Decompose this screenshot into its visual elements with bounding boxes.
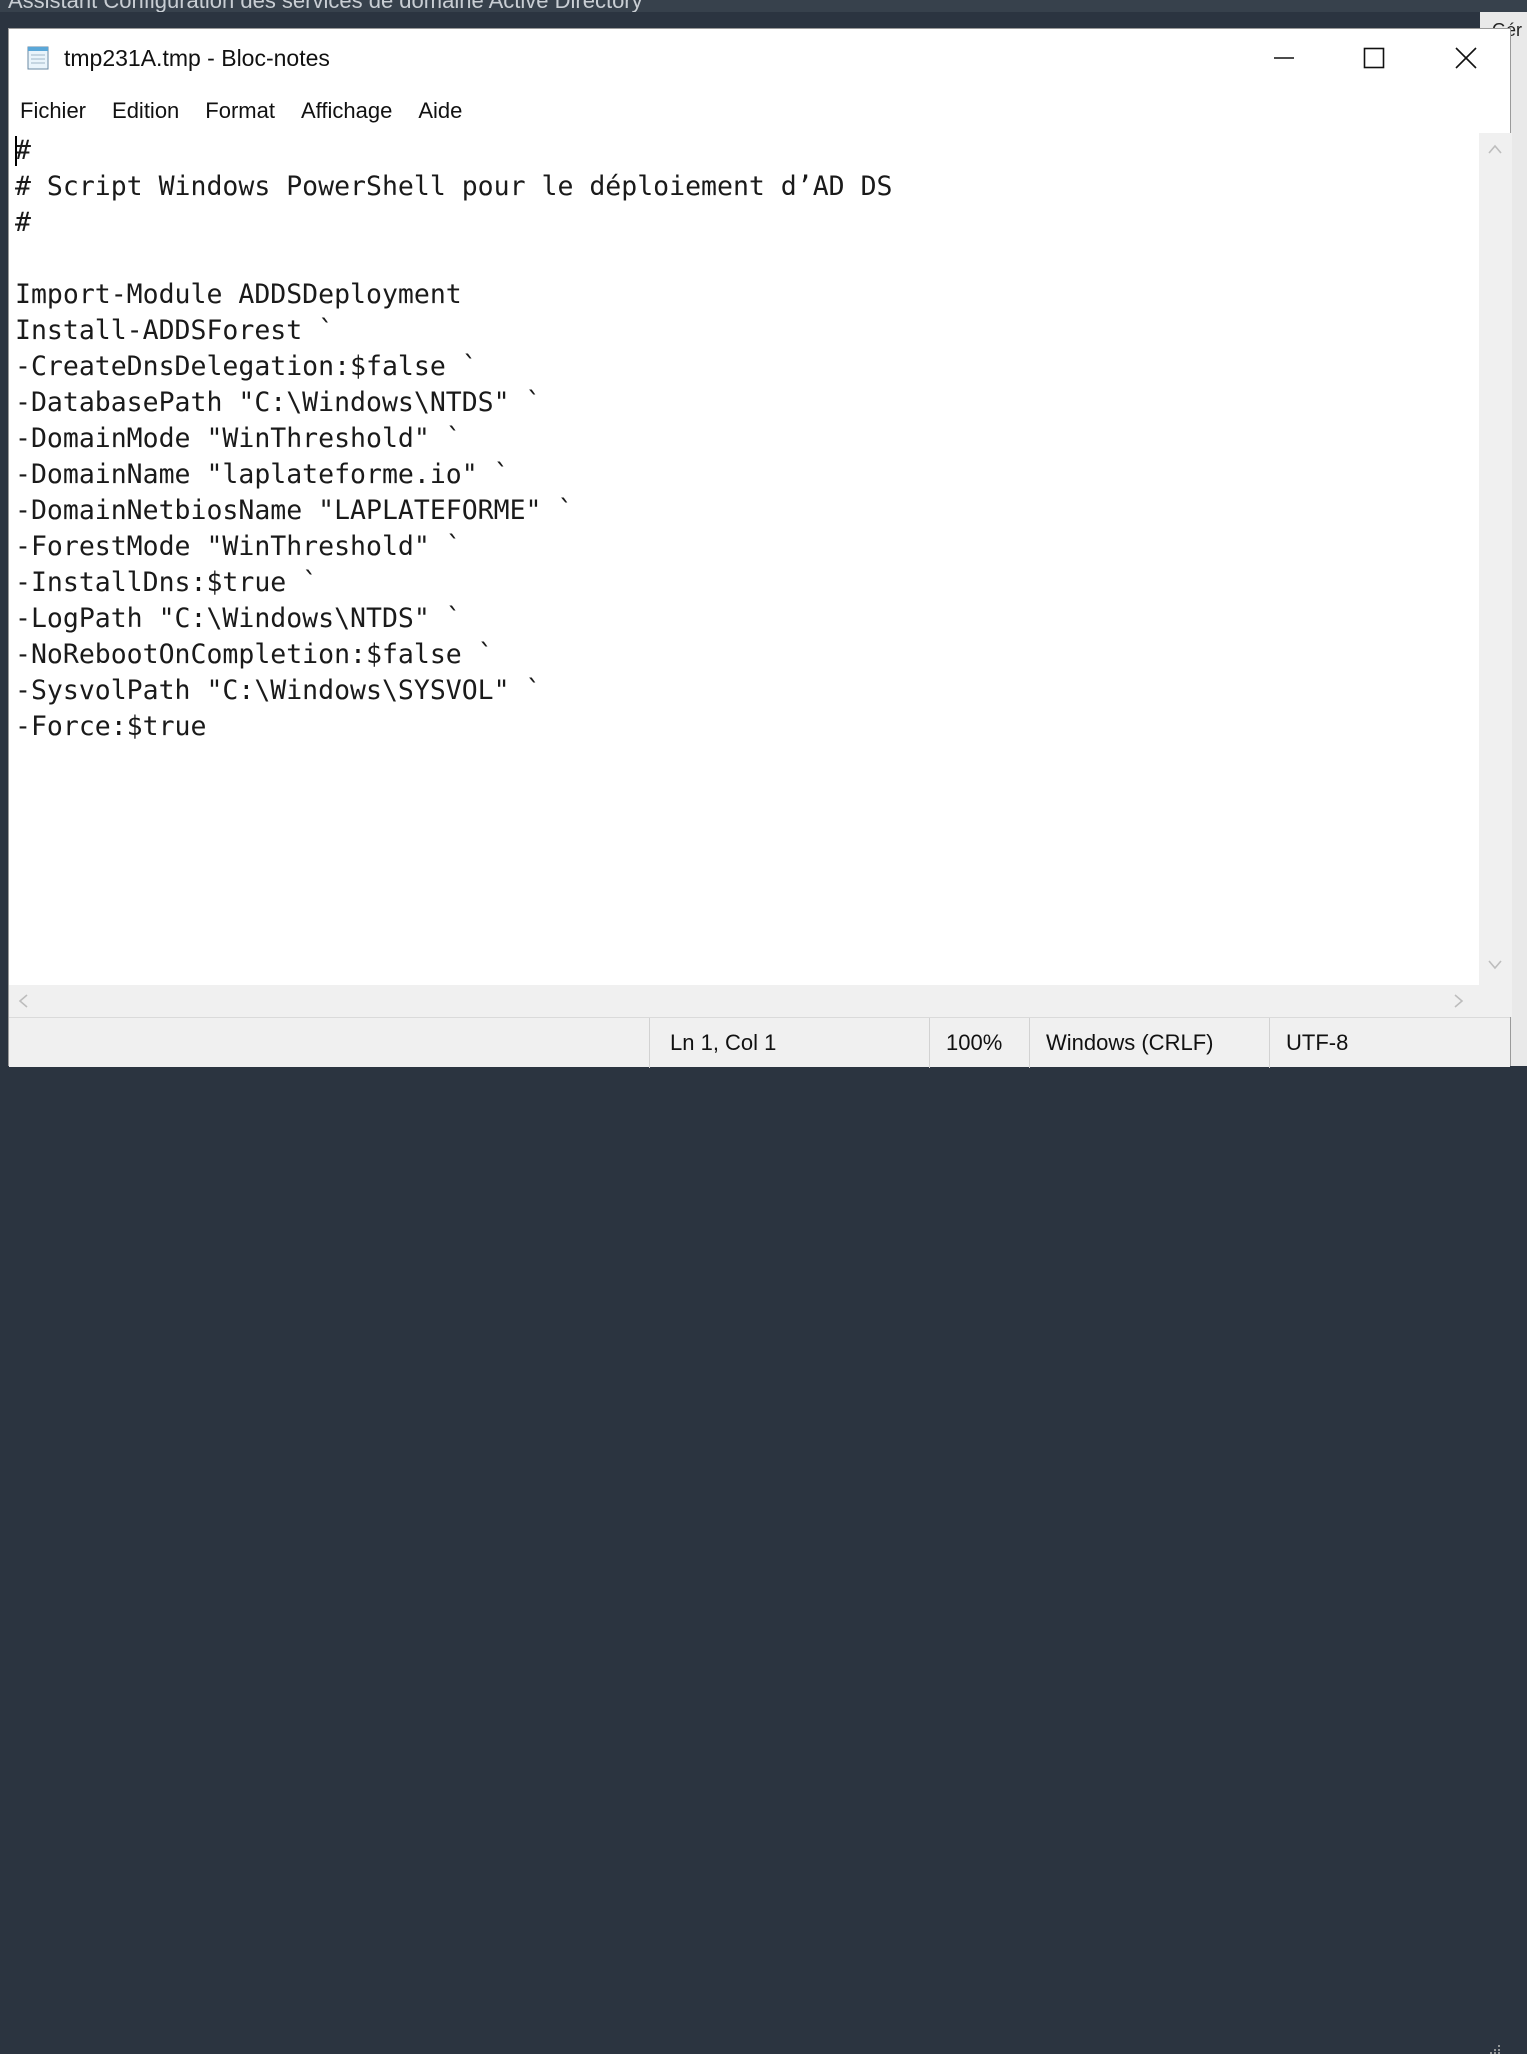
- menu-aide[interactable]: Aide: [405, 98, 475, 124]
- background-window-titlebar: Assistant Configuration des services de …: [0, 0, 1527, 12]
- minimize-icon: [1274, 57, 1294, 59]
- window-title: tmp231A.tmp - Bloc-notes: [64, 45, 330, 71]
- background-window-title: Assistant Configuration des services de …: [8, 0, 643, 12]
- menu-bar: Fichier Edition Format Affichage Aide: [9, 91, 1510, 131]
- scroll-up-icon[interactable]: [1487, 143, 1503, 155]
- scroll-right-icon[interactable]: [1453, 993, 1465, 1009]
- resize-grip-icon[interactable]: [1487, 2044, 1501, 2054]
- notepad-window: tmp231A.tmp - Bloc-notes Fichier Edition…: [8, 28, 1512, 2054]
- menu-affichage[interactable]: Affichage: [288, 98, 405, 124]
- scroll-down-icon[interactable]: [1487, 959, 1503, 971]
- scroll-left-icon[interactable]: [17, 993, 29, 1009]
- status-line-ending: Windows (CRLF): [1029, 1018, 1269, 1068]
- title-bar[interactable]: tmp231A.tmp - Bloc-notes: [9, 29, 1510, 89]
- menu-format[interactable]: Format: [192, 98, 288, 124]
- minimize-button[interactable]: [1239, 29, 1329, 87]
- notepad-icon: [27, 46, 49, 70]
- editor-text[interactable]: # # Script Windows PowerShell pour le dé…: [9, 133, 893, 745]
- menu-edition[interactable]: Edition: [99, 98, 192, 124]
- status-zoom: 100%: [929, 1018, 1029, 1068]
- editor-content: # # Script Windows PowerShell pour le dé…: [9, 133, 893, 745]
- status-bar: Ln 1, Col 1 100% Windows (CRLF) UTF-8: [9, 1017, 1510, 2054]
- vertical-scrollbar[interactable]: [1479, 133, 1512, 985]
- close-icon: [1455, 47, 1477, 69]
- status-encoding: UTF-8: [1269, 1018, 1479, 1068]
- text-caret: [15, 136, 17, 166]
- close-button[interactable]: [1421, 29, 1511, 87]
- text-editor[interactable]: # # Script Windows PowerShell pour le dé…: [9, 133, 1479, 985]
- maximize-button[interactable]: [1329, 29, 1419, 87]
- status-cursor-position: Ln 1, Col 1: [649, 1018, 929, 1068]
- maximize-icon: [1363, 47, 1385, 69]
- menu-fichier[interactable]: Fichier: [9, 98, 99, 124]
- horizontal-scrollbar[interactable]: [9, 985, 1479, 1017]
- scrollbar-corner: [1479, 985, 1512, 1017]
